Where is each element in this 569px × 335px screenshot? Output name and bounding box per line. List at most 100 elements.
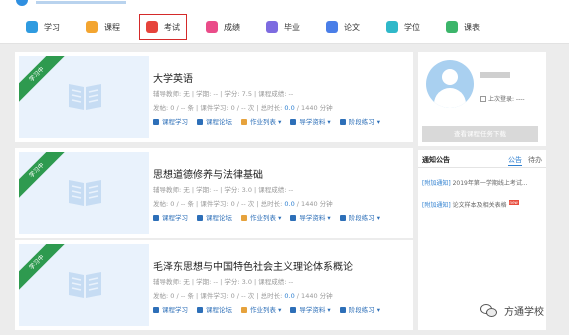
study-count: 课件学习: 0 / -- 次 [200,104,255,112]
grade-label: 课程成绩: -- [258,90,294,98]
link-label: 阶段练习 [348,306,375,314]
time-suffix: / 1440 分钟 [294,104,333,112]
link-label: 阶段练习 [348,214,375,222]
username-blurred [480,72,510,78]
link-label: 作业列表 [250,118,276,126]
study-link-icon [153,119,159,125]
link-guide-material[interactable]: 导学资料 ▾ [290,212,331,222]
course-meta: 辅导教师: 无 | 学期: -- | 学分: 7.5 | 课程成绩: -- [153,90,294,98]
study-icon [26,21,38,33]
nav-item-thesis[interactable]: 论文 [326,17,360,37]
nav-item-label: 课程 [104,22,120,32]
link-label: 导学资料 [299,214,326,222]
time-prefix: 总时长: [260,104,285,112]
notice-item[interactable]: [附加通知] 论文样本及相关表格 new [422,200,519,209]
material-link-icon [290,119,297,125]
link-homework-list[interactable]: 作业列表 ▾ [241,304,281,314]
status-ribbon: 学习中 [19,152,70,204]
tab-announcement[interactable]: 公告 [508,155,522,166]
course-card: 学习中 大学英语 辅导教师: 无 | 学期: -- | 学分: 7.5 | 课程… [15,52,413,142]
watermark: 方通学校 [480,303,544,318]
course-links: 课程学习 课程论坛 作业列表 ▾ 导学资料 ▾ 阶段练习 ▾ [153,116,380,126]
notice-title: 通知公告 [422,156,450,164]
last-login-text: 上次登录: ---- [488,96,525,103]
link-homework-list[interactable]: 作业列表 ▾ [241,212,281,222]
material-link-icon [290,307,297,313]
teacher-label: 辅导教师: 无 [153,186,190,194]
course-thumbnail[interactable]: 学习中 [19,152,149,234]
link-stage-practice[interactable]: 阶段练习 ▾ [339,212,380,222]
link-label: 导学资料 [299,118,326,126]
avatar-head [442,69,458,85]
credit-label: 学分: 3.0 [224,278,252,286]
nav-item-label: 成绩 [224,22,240,32]
course-thumbnail[interactable]: 学习中 [19,56,149,138]
tab-pending[interactable]: 待办 [528,155,542,165]
site-logo-text [36,1,126,4]
link-course-study[interactable]: 课程学习 [153,212,188,222]
nav-item-grade[interactable]: 成绩 [206,17,240,37]
nav-item-graduation[interactable]: 毕业 [266,17,300,37]
study-count: 课件学习: 0 / -- 次 [200,200,255,208]
course-title[interactable]: 大学英语 [153,70,193,85]
credit-label: 学分: 3.0 [224,186,252,194]
credit-label: 学分: 7.5 [224,90,252,98]
link-course-study[interactable]: 课程学习 [153,304,188,314]
link-stage-practice[interactable]: 阶段练习 ▾ [339,304,380,314]
study-link-icon [153,215,159,221]
folder-icon [241,215,247,221]
book-icon [69,180,101,206]
notice-item[interactable]: [附加通知] 2019年第一学期线上考试... [422,178,528,187]
study-count: 课件学习: 0 / -- 次 [200,292,255,300]
link-label: 课程论坛 [206,214,232,222]
teacher-label: 辅导教师: 无 [153,90,190,98]
link-course-forum[interactable]: 课程论坛 [197,212,232,222]
course-icon [86,21,98,33]
exam-icon [146,21,158,33]
link-guide-material[interactable]: 导学资料 ▾ [290,304,331,314]
status-ribbon: 学习中 [19,244,70,296]
thesis-icon [326,21,338,33]
profile-panel: 上次登录: ---- 查看课程任务下载 [418,52,546,146]
nav-item-label: 毕业 [284,22,300,32]
nav-item-study[interactable]: 学习 [26,17,60,37]
checkbox-icon [480,96,486,102]
degree-icon [386,21,398,33]
course-thumbnail[interactable]: 学习中 [19,244,149,326]
time-suffix: / 1440 分钟 [294,200,333,208]
site-logo[interactable] [16,0,28,6]
time-prefix: 总时长: [260,292,285,300]
teacher-label: 辅导教师: 无 [153,278,190,286]
nav-item-schedule[interactable]: 课表 [446,17,480,37]
link-label: 课程学习 [162,214,188,222]
course-meta: 辅导教师: 无 | 学期: -- | 学分: 3.0 | 课程成绩: -- [153,186,294,194]
notice-text: 2019年第一学期线上考试... [452,180,528,187]
course-card: 学习中 思想道德修养与法律基础 辅导教师: 无 | 学期: -- | 学分: 3… [15,148,413,238]
time-value: 0.0 [284,200,295,208]
grade-icon [206,21,218,33]
link-label: 课程学习 [162,118,188,126]
course-title[interactable]: 思想道德修养与法律基础 [153,166,263,181]
folder-icon [241,307,247,313]
nav-item-degree[interactable]: 学位 [386,17,420,37]
avatar[interactable] [426,60,474,108]
material-link-icon [290,215,297,221]
course-stats: 发帖: 0 / -- 条 | 课件学习: 0 / -- 次 | 总时长: 0.0… [153,104,333,112]
download-tasks-button[interactable]: 查看课程任务下载 [422,126,538,142]
link-guide-material[interactable]: 导学资料 ▾ [290,116,331,126]
link-course-forum[interactable]: 课程论坛 [197,304,232,314]
link-stage-practice[interactable]: 阶段练习 ▾ [339,116,380,126]
link-course-study[interactable]: 课程学习 [153,116,188,126]
link-course-forum[interactable]: 课程论坛 [197,116,232,126]
nav-item-exam[interactable]: 考试 [139,14,187,40]
course-meta: 辅导教师: 无 | 学期: -- | 学分: 3.0 | 课程成绩: -- [153,278,294,286]
posts-count: 发帖: 0 / -- 条 [153,292,194,300]
time-suffix: / 1440 分钟 [294,292,333,300]
term-label: 学期: -- [196,186,219,194]
link-homework-list[interactable]: 作业列表 ▾ [241,116,281,126]
practice-link-icon [339,119,346,125]
nav-item-course[interactable]: 课程 [86,17,120,37]
time-value: 0.0 [284,292,295,300]
course-title[interactable]: 毛泽东思想与中国特色社会主义理论体系概论 [153,258,353,273]
notice-tag: [附加通知] [422,180,451,187]
